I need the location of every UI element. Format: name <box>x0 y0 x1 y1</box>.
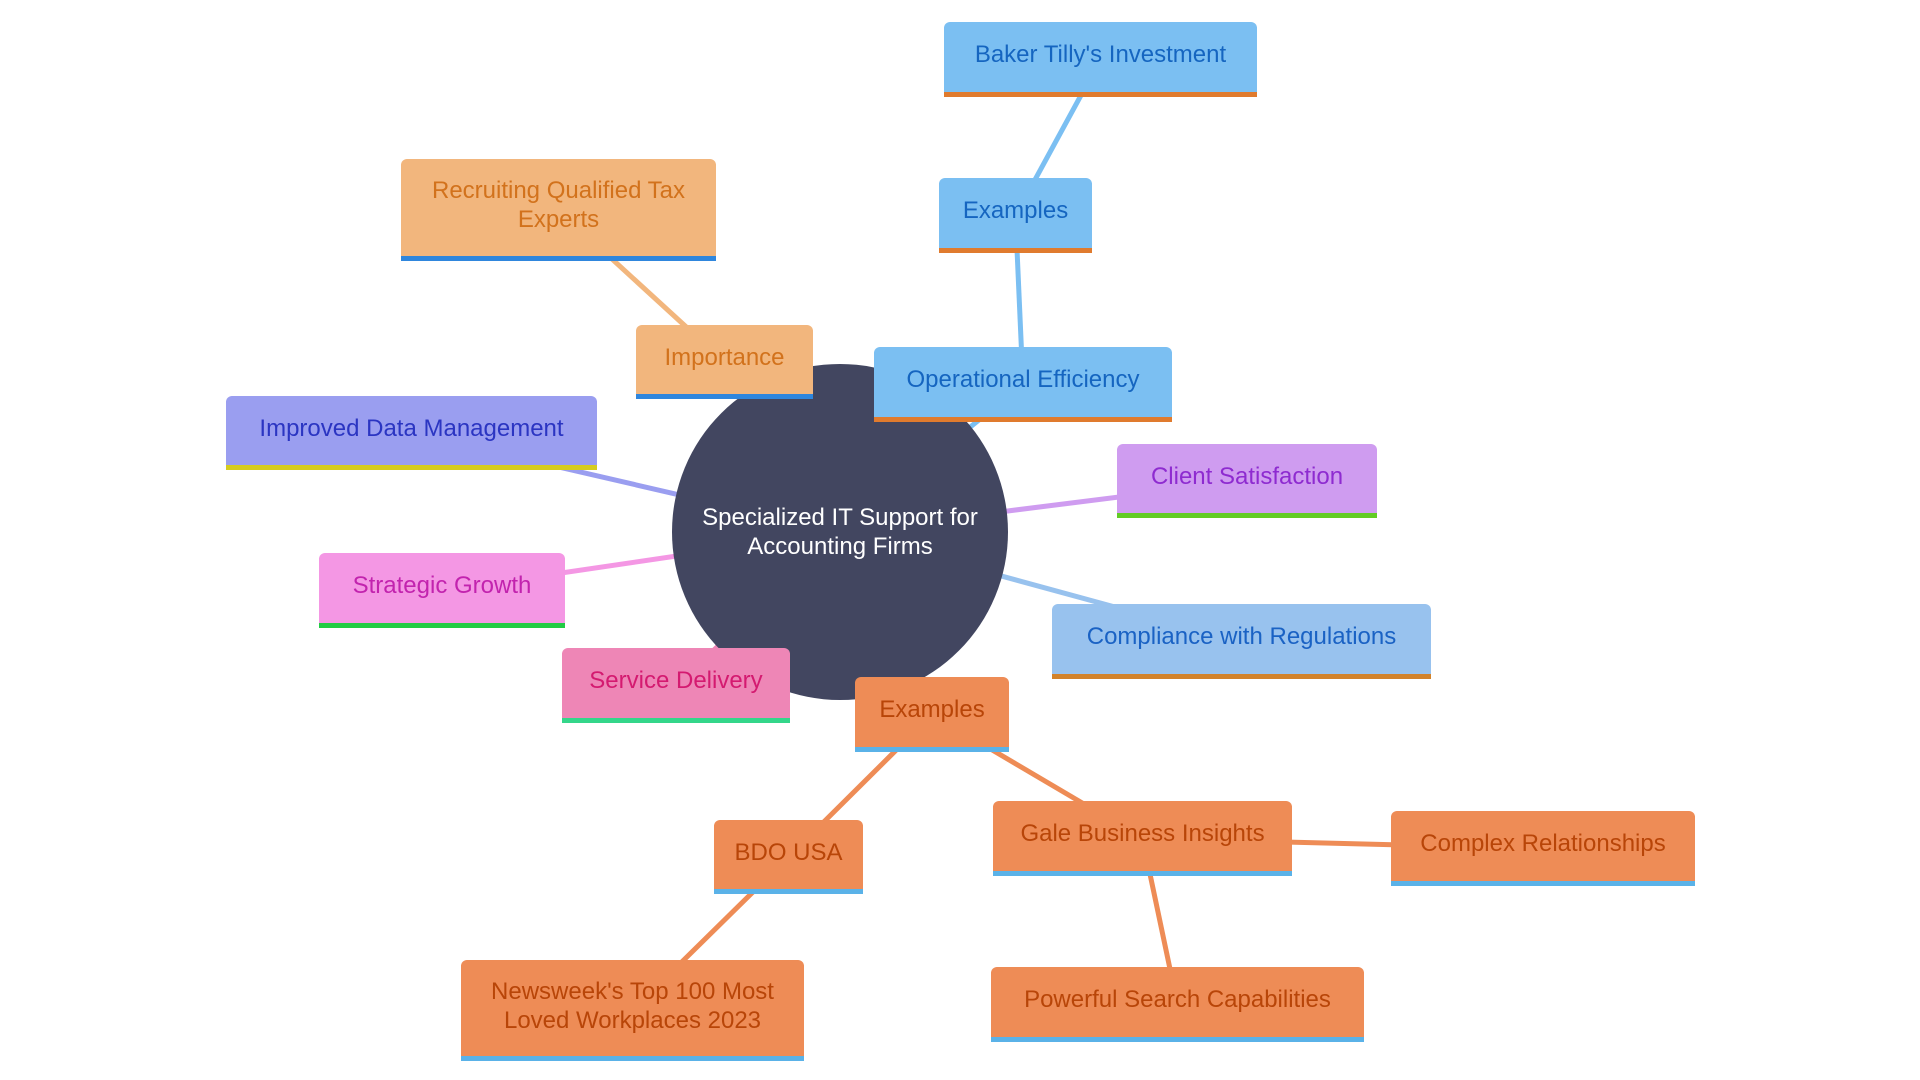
node-service-delivery[interactable]: Service Delivery <box>562 648 790 723</box>
node-label: Powerful Search Capabilities <box>1024 986 1331 1013</box>
node-label: BDO USA <box>734 838 843 866</box>
node-label: Operational Efficiency <box>906 366 1140 393</box>
node-baker-tillys-investment[interactable]: Baker Tilly's Investment <box>944 22 1257 97</box>
node-label: Improved Data Management <box>259 414 564 442</box>
node-client-satisfaction[interactable]: Client Satisfaction <box>1117 444 1377 518</box>
node-label: Examples <box>962 197 1069 224</box>
node-label: Gale Business Insights <box>1020 820 1265 847</box>
node-label: Complex Relationships <box>1420 830 1666 857</box>
node-bdo-usa[interactable]: BDO USA <box>714 820 863 894</box>
node-examples-service[interactable]: Examples <box>855 677 1009 752</box>
node-label: Client Satisfaction <box>1150 462 1344 490</box>
node-newsweek-top-100[interactable]: Newsweek's Top 100 Most Loved Workplaces… <box>461 960 804 1061</box>
node-operational-efficiency[interactable]: Operational Efficiency <box>874 347 1172 422</box>
node-examples-operational[interactable]: Examples <box>939 178 1092 253</box>
node-label: Newsweek's Top 100 Most Loved Workplaces… <box>491 977 774 1034</box>
node-powerful-search-capabilities[interactable]: Powerful Search Capabilities <box>991 967 1364 1042</box>
node-gale-business-insights[interactable]: Gale Business Insights <box>993 801 1292 876</box>
node-recruiting-qualified-tax-experts[interactable]: Recruiting Qualified Tax Experts <box>401 159 716 261</box>
root-node-label: Specialized IT Support for Accounting Fi… <box>702 504 978 560</box>
node-label: Recruiting Qualified Tax Experts <box>431 177 686 233</box>
node-label: Service Delivery <box>589 667 763 694</box>
node-label: Strategic Growth <box>352 572 532 599</box>
node-compliance-with-regulations[interactable]: Compliance with Regulations <box>1052 604 1431 679</box>
node-strategic-growth[interactable]: Strategic Growth <box>319 553 565 628</box>
node-label: Importance <box>664 343 785 371</box>
node-improved-data-management[interactable]: Improved Data Management <box>226 396 597 470</box>
node-importance[interactable]: Importance <box>636 325 813 399</box>
node-complex-relationships[interactable]: Complex Relationships <box>1391 811 1695 886</box>
node-label: Baker Tilly's Investment <box>974 41 1227 68</box>
node-label: Examples <box>879 696 985 723</box>
node-label: Compliance with Regulations <box>1086 623 1397 650</box>
